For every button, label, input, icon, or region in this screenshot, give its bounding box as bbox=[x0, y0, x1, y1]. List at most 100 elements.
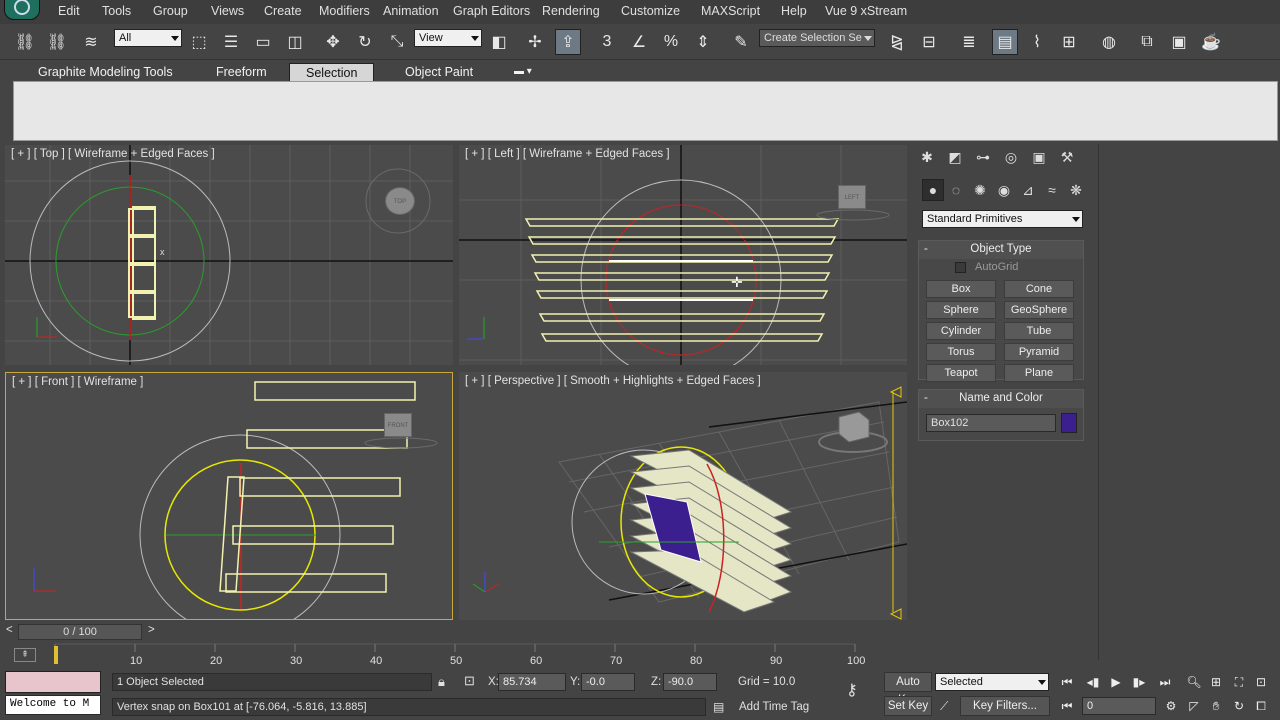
menu-tools[interactable]: Tools bbox=[102, 4, 131, 18]
space-warps-icon[interactable]: ≈ bbox=[1041, 179, 1063, 201]
menu-create[interactable]: Create bbox=[264, 4, 302, 18]
torus-button[interactable]: Torus bbox=[926, 343, 996, 361]
box-button[interactable]: Box bbox=[926, 280, 996, 298]
application-button[interactable] bbox=[4, 0, 40, 20]
tab-selection[interactable]: Selection bbox=[289, 63, 375, 82]
auto-key-button[interactable]: Auto Key bbox=[884, 672, 932, 706]
scale-icon[interactable]: ⤡ bbox=[384, 29, 410, 55]
modify-panel-icon[interactable]: ◩ bbox=[944, 146, 966, 168]
lock-selection-icon[interactable]: 🔒︎ bbox=[438, 674, 445, 690]
menu-edit[interactable]: Edit bbox=[58, 4, 80, 18]
render-production-icon[interactable]: ☕ bbox=[1198, 29, 1224, 55]
selection-filter-dropdown[interactable]: All bbox=[114, 29, 182, 47]
viewport-perspective[interactable]: [ + ] [ Perspective ] [ Smooth + Highlig… bbox=[459, 372, 907, 620]
viewport-label-top[interactable]: [ + ] [ Top ] [ Wireframe + Edged Faces … bbox=[11, 148, 215, 160]
layer-manager-icon[interactable]: ≣ bbox=[956, 29, 982, 55]
viewport-label-front[interactable]: [ + ] [ Front ] [ Wireframe ] bbox=[12, 376, 143, 388]
motion-panel-icon[interactable]: ◎ bbox=[1000, 146, 1022, 168]
zoom-all-icon[interactable]: ⊞ bbox=[1205, 672, 1227, 692]
previous-frame-icon[interactable]: ◂▮ bbox=[1082, 672, 1104, 692]
cone-button[interactable]: Cone bbox=[1004, 280, 1074, 298]
set-key-button[interactable]: Set Key bbox=[884, 696, 932, 716]
z-coordinate-field[interactable]: -90.0 bbox=[663, 673, 717, 691]
geometry-icon[interactable]: ● bbox=[922, 179, 944, 201]
absolute-mode-icon[interactable]: ⊡ bbox=[464, 673, 475, 689]
named-selection-set-dropdown[interactable]: Create Selection Se bbox=[759, 29, 875, 47]
zoom-extents-icon[interactable]: ⛶ bbox=[1228, 672, 1250, 692]
x-coordinate-field[interactable]: 85.734 bbox=[498, 673, 566, 691]
reference-coord-dropdown[interactable]: View bbox=[414, 29, 482, 47]
menu-group[interactable]: Group bbox=[153, 4, 188, 18]
ribbon-options-icon[interactable]: ▬ ▾ bbox=[514, 66, 532, 77]
current-frame-field[interactable]: 0 bbox=[1082, 697, 1156, 715]
lights-icon[interactable]: ✺ bbox=[969, 179, 991, 201]
shapes-icon[interactable]: ◌ bbox=[945, 179, 967, 201]
viewport-front[interactable]: [ + ] [ Front ] [ Wireframe ] FRONT bbox=[5, 372, 453, 620]
prev-frame-icon[interactable]: < bbox=[6, 624, 13, 636]
key-mode-toggle-icon[interactable]: ⏮ bbox=[1056, 696, 1078, 716]
orbit-icon[interactable]: ↻ bbox=[1228, 696, 1250, 716]
display-panel-icon[interactable]: ▣ bbox=[1028, 146, 1050, 168]
category-dropdown[interactable]: Standard Primitives bbox=[922, 210, 1083, 228]
viewcube-front[interactable]: FRONT bbox=[384, 413, 412, 437]
utilities-panel-icon[interactable]: ⚒ bbox=[1056, 146, 1078, 168]
rect-selection-icon[interactable]: ▭ bbox=[250, 29, 276, 55]
key-mode-dropdown[interactable]: Selected bbox=[935, 673, 1049, 691]
object-name-field[interactable]: Box102 bbox=[926, 414, 1056, 432]
rendered-frame-window-icon[interactable]: ▣ bbox=[1166, 29, 1192, 55]
viewport-label-perspective[interactable]: [ + ] [ Perspective ] [ Smooth + Highlig… bbox=[465, 375, 761, 387]
viewcube-top[interactable]: TOP bbox=[385, 187, 415, 215]
unlink-icon[interactable]: ⛓ bbox=[44, 29, 70, 55]
mirror-icon[interactable]: ⧎ bbox=[884, 29, 910, 55]
default-in-out-tangent-icon[interactable]: ⟋ bbox=[940, 699, 948, 714]
hierarchy-panel-icon[interactable]: ⊶ bbox=[972, 146, 994, 168]
object-color-swatch[interactable] bbox=[1061, 413, 1077, 433]
bind-spacewarp-icon[interactable]: ≋ bbox=[78, 29, 104, 55]
render-setup-icon[interactable]: ⧉ bbox=[1134, 29, 1160, 55]
go-to-start-icon[interactable]: ⏮ bbox=[1056, 672, 1078, 692]
viewport-top[interactable]: x [ + ] [ Top ] [ Wireframe + Edged Face… bbox=[5, 145, 453, 365]
maximize-viewport-icon[interactable]: ⧠ bbox=[1250, 696, 1272, 716]
pan-icon[interactable]: ✋︎ bbox=[1205, 696, 1227, 716]
autogrid-checkbox[interactable] bbox=[955, 262, 966, 273]
menu-views[interactable]: Views bbox=[211, 4, 244, 18]
select-by-name-icon[interactable]: ☰ bbox=[218, 29, 244, 55]
zoom-extents-all-icon[interactable]: ⊡ bbox=[1250, 672, 1272, 692]
create-panel-icon[interactable]: ✱ bbox=[916, 146, 938, 168]
cylinder-button[interactable]: Cylinder bbox=[926, 322, 996, 340]
material-editor-icon[interactable]: ◍ bbox=[1096, 29, 1122, 55]
menu-help[interactable]: Help bbox=[781, 4, 807, 18]
time-tag-icon[interactable]: ▤ bbox=[713, 700, 724, 714]
viewport-label-left[interactable]: [ + ] [ Left ] [ Wireframe + Edged Faces… bbox=[465, 148, 670, 160]
move-icon[interactable]: ✥ bbox=[320, 29, 346, 55]
go-to-end-icon[interactable]: ⏭ bbox=[1154, 672, 1176, 692]
pivot-center-icon[interactable]: ◧ bbox=[486, 29, 512, 55]
plane-button[interactable]: Plane bbox=[1004, 364, 1074, 382]
schematic-view-icon[interactable]: ⊞ bbox=[1056, 29, 1082, 55]
pyramid-button[interactable]: Pyramid bbox=[1004, 343, 1074, 361]
zoom-icon[interactable]: 🔍︎ bbox=[1183, 672, 1205, 692]
menu-graph-editors[interactable]: Graph Editors bbox=[453, 4, 530, 18]
menu-maxscript[interactable]: MAXScript bbox=[701, 4, 760, 18]
select-object-icon[interactable]: ⬚ bbox=[186, 29, 212, 55]
tab-graphite-modeling-tools[interactable]: Graphite Modeling Tools bbox=[38, 65, 173, 79]
time-configuration-icon[interactable]: ⚙ bbox=[1160, 696, 1182, 716]
time-slider-thumb[interactable]: 0 / 100 bbox=[18, 624, 142, 640]
teapot-button[interactable]: Teapot bbox=[926, 364, 996, 382]
next-frame-button-icon[interactable]: ▮▸ bbox=[1128, 672, 1150, 692]
graphite-ribbon-icon[interactable]: ▤ bbox=[992, 29, 1018, 55]
tube-button[interactable]: Tube bbox=[1004, 322, 1074, 340]
add-time-tag[interactable]: Add Time Tag bbox=[739, 701, 809, 713]
window-crossing-icon[interactable]: ◫ bbox=[282, 29, 308, 55]
tab-freeform[interactable]: Freeform bbox=[216, 65, 267, 79]
rotate-icon[interactable]: ↻ bbox=[352, 29, 378, 55]
curve-editor-icon[interactable]: ⌇ bbox=[1024, 29, 1050, 55]
menu-vue-xstream[interactable]: Vue 9 xStream bbox=[825, 4, 907, 18]
tab-object-paint[interactable]: Object Paint bbox=[405, 65, 473, 79]
cameras-icon[interactable]: ◉ bbox=[993, 179, 1015, 201]
y-coordinate-field[interactable]: -0.0 bbox=[581, 673, 635, 691]
snaps-toggle-icon[interactable]: 3 bbox=[594, 29, 620, 55]
percent-snap-icon[interactable]: % bbox=[658, 29, 684, 55]
key-filters-button[interactable]: Key Filters... bbox=[960, 696, 1050, 716]
menu-customize[interactable]: Customize bbox=[621, 4, 680, 18]
